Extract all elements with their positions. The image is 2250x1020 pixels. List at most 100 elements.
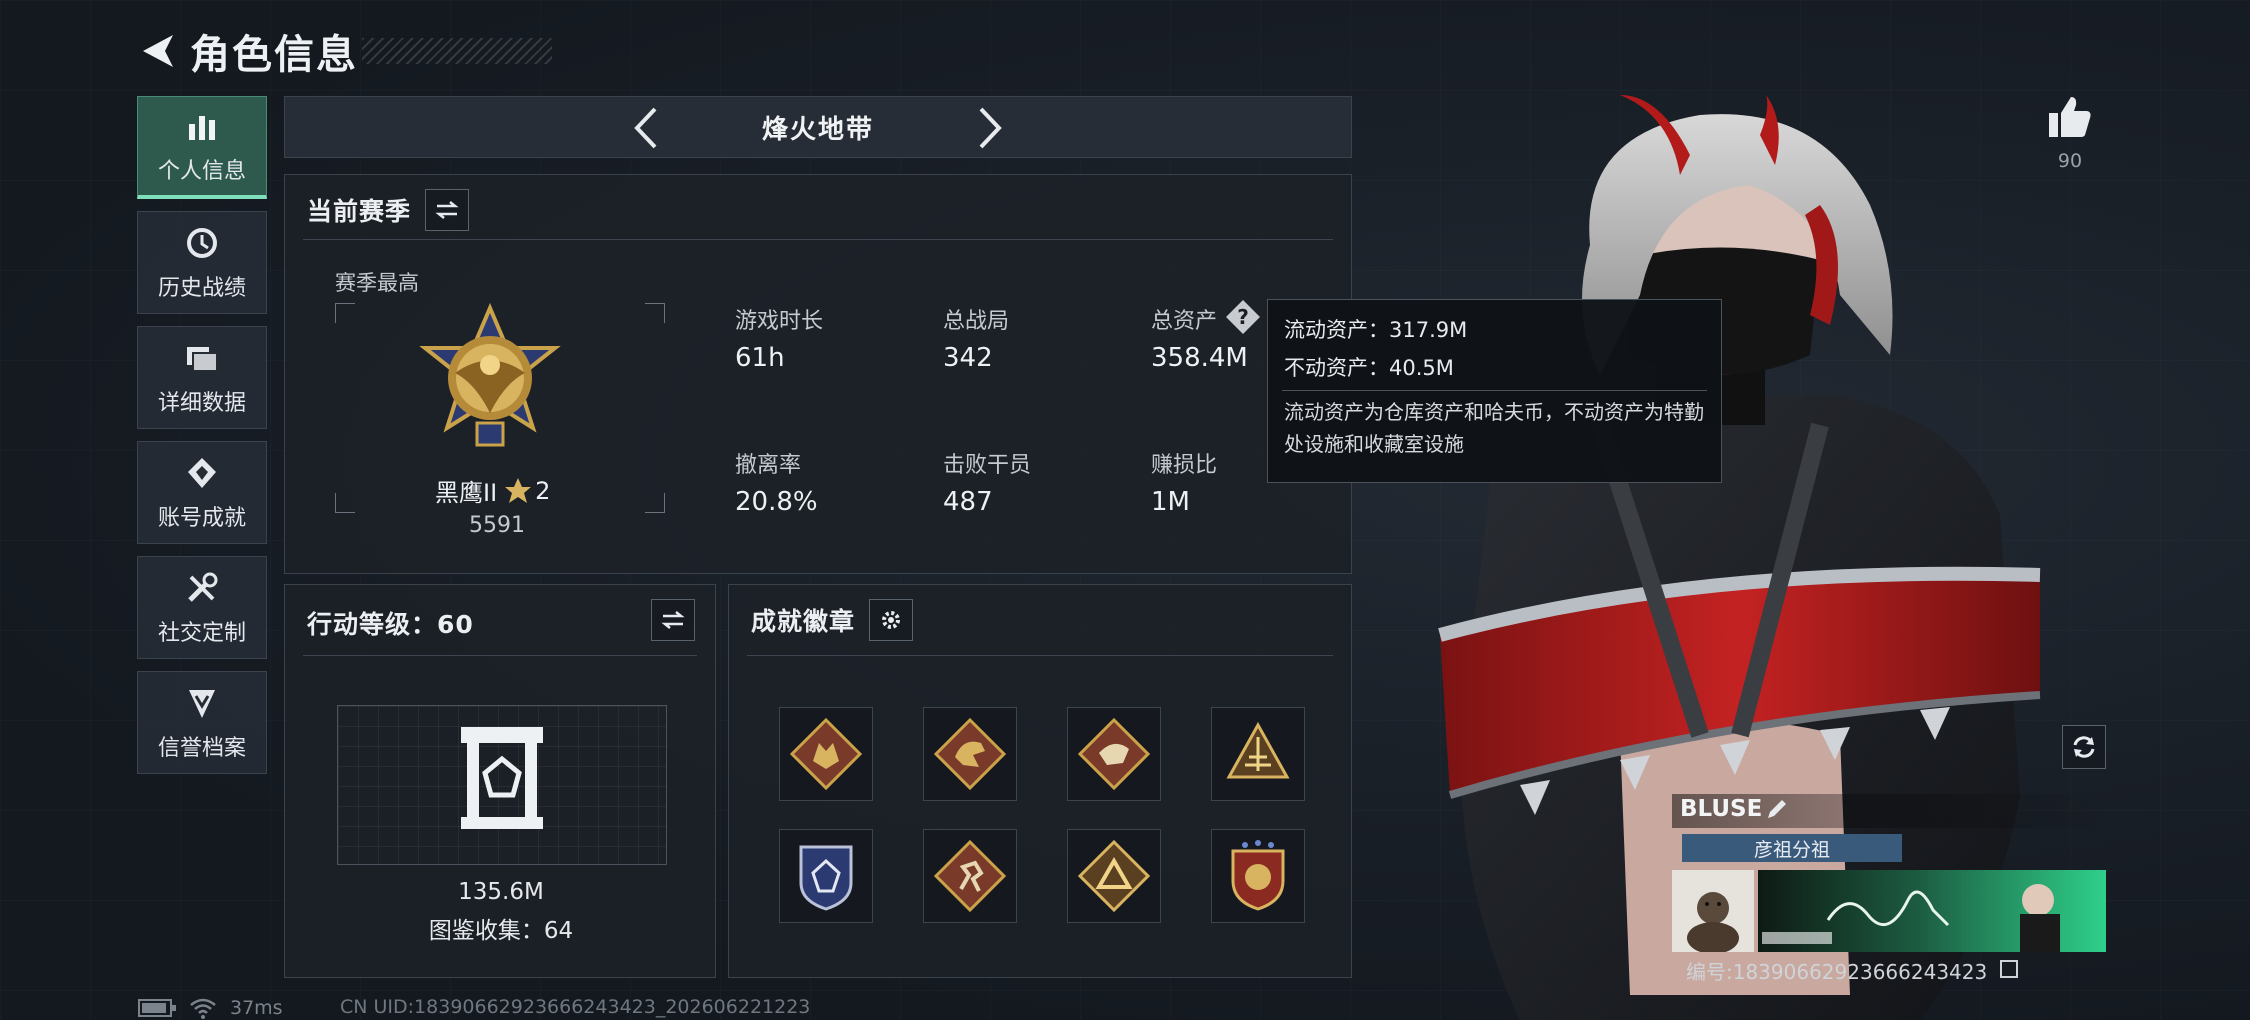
bar-chart-icon [183,107,221,145]
sidebar-item-label: 历史战绩 [157,275,246,301]
stat-label: 撤离率 [735,453,802,478]
achievement-badge[interactable] [1211,829,1305,923]
season-header: 当前赛季 [307,189,470,231]
copy-id-icon[interactable] [2000,960,2018,978]
stat-label: 赚损比 [1151,453,1218,478]
runner-badge-icon [933,839,1007,913]
asset-tooltip: 流动资产：317.9M 不动资产：40.5M 流动资产为仓库资产和哈夫币，不动资… [1267,299,1722,483]
sidebar-item-reputation[interactable]: 信誉档案 [137,671,267,774]
achievement-badge[interactable] [779,707,873,801]
sidebar-item-label: 个人信息 [157,159,246,184]
player-id: 编号:18390662923666243423 [1686,960,1988,984]
achievement-badge[interactable] [923,707,1017,801]
achievement-badge[interactable] [779,829,873,923]
stat-label: 击败干员 [943,453,1032,478]
refresh-icon [2073,736,2095,758]
player-banner [1758,870,2106,952]
raptor-badge-icon [1077,717,1151,791]
mode-selector: 烽火地带 [284,96,1352,158]
swap-icon [661,611,685,629]
stat-label: 总战局 [943,309,1010,334]
stat-value: 487 [943,487,993,517]
stat-label: 游戏时长 [735,309,824,334]
like-button[interactable] [2045,92,2095,142]
rank-name: 黑鹰II [435,479,498,507]
stat-value: 358.4M [1151,343,1248,373]
folder-icon [183,339,221,377]
avatar[interactable] [1672,870,1754,952]
season-title: 当前赛季 [307,197,412,226]
gear-icon [882,611,901,629]
uid-text: CN UID:18390662923666243423_202606221223 [340,996,811,1018]
achievement-badge[interactable] [923,829,1017,923]
sidebar-item-social[interactable]: 社交定制 [137,556,267,659]
sidebar-item-label: 社交定制 [157,620,246,646]
achievements-panel: 成就徽章 [728,584,1352,978]
achievements-header: 成就徽章 [751,599,914,641]
history-icon [183,224,221,262]
achievements-settings-button[interactable] [869,599,914,641]
collection-count: 图鉴收集：64 [428,918,574,944]
stat-label: 总资产 [1151,309,1218,334]
seal-avatar-icon [1687,892,1739,952]
thumbs-up-icon [2049,97,2091,137]
fixed-assets: 不动资产：40.5M [1284,356,1454,380]
back-arrow-icon[interactable] [138,27,178,75]
sidebar-item-details[interactable]: 详细数据 [137,326,267,429]
signature-banner-icon [1762,884,2060,952]
prev-mode-icon[interactable] [623,105,669,151]
sidebar-item-label: 信誉档案 [157,735,246,761]
pencil-icon [1768,800,1786,818]
liquid-assets: 流动资产：317.9M [1284,318,1468,342]
wifi-icon [190,998,216,1019]
achievement-badge[interactable] [1067,829,1161,923]
wolf-badge-icon [789,717,863,791]
help-icon[interactable] [1226,300,1260,334]
star-icon [505,477,532,503]
achievement-badge[interactable] [1067,707,1161,801]
like-count: 90 [2057,150,2083,172]
blackhawk-rank-emblem-icon [419,303,561,447]
sidebar-item-label: 账号成就 [157,505,246,531]
action-level-header: 行动等级：60 [307,605,474,641]
achievement-badge[interactable] [1211,707,1305,801]
action-level-title: 行动等级：60 [307,610,474,639]
pyramid-badge-icon [1226,721,1290,779]
switch-season-button[interactable] [425,189,470,231]
collection-vault-icon[interactable] [457,723,547,833]
season-panel: 当前赛季 赛季最高 黑鹰II 2 5591 游戏时长 61h 总战局 342 总… [284,174,1352,574]
season-best-label: 赛季最高 [335,271,419,295]
mode-title: 烽火地带 [761,114,874,145]
divider [747,655,1333,656]
battery-icon [138,999,176,1017]
divider [303,239,1333,240]
asset-description: 流动资产为仓库资产和哈夫币，不动资产为特勤处设施和收藏室设施 [1284,400,1704,456]
divider [1282,390,1707,391]
player-name: BLUSE [1680,796,1763,822]
sidebar-item-personal-info[interactable]: 个人信息 [137,96,267,199]
shield-rank-icon [183,684,221,722]
sidebar-item-achievements[interactable]: 账号成就 [137,441,267,544]
achievement-icon [183,454,221,492]
shield-star-badge-icon [1231,840,1285,911]
status-bar: 37ms [138,996,283,1020]
player-tag: 彦祖分祖 [1682,834,1902,862]
collection-value: 135.6M [458,879,544,905]
rank-stars: 2 [535,476,551,505]
sidebar-item-label: 详细数据 [157,390,246,416]
divider [303,655,697,656]
achievements-title: 成就徽章 [751,607,856,636]
page-header: 角色信息 [138,22,552,80]
stat-value: 342 [943,343,993,373]
swap-icon [435,201,459,219]
edit-name-button[interactable] [1764,798,1790,824]
stat-value: 61h [735,343,785,373]
sidebar-item-history[interactable]: 历史战绩 [137,211,267,314]
next-mode-icon[interactable] [967,105,1013,151]
rotate-model-button[interactable] [2062,725,2106,769]
switch-action-button[interactable] [651,599,695,641]
rank-score: 5591 [469,513,525,538]
rank-name-row: 黑鹰II 2 [435,473,550,508]
ping-value: 37ms [230,997,283,1019]
player-card: BLUSE 彦祖分祖 编号:18390662923666243423 [1672,794,2112,984]
